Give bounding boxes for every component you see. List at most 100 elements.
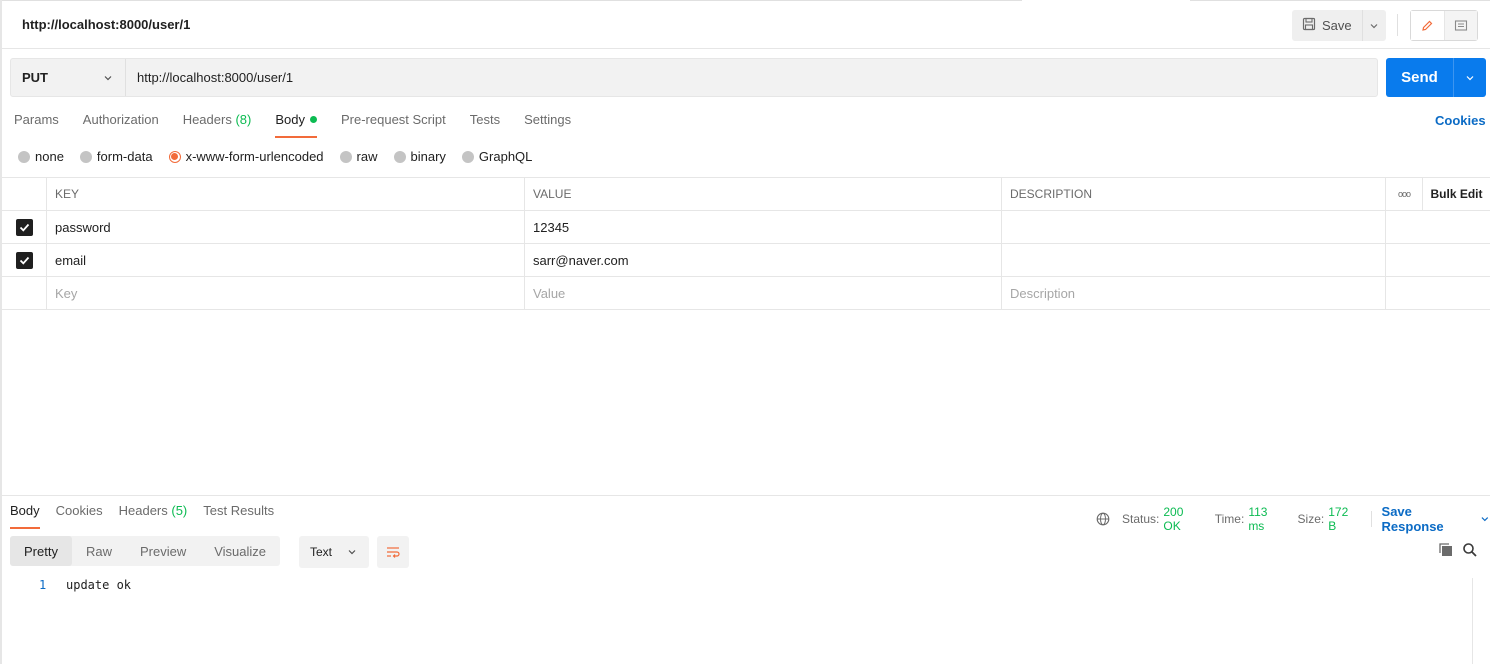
url-input[interactable] — [126, 59, 1377, 96]
wrap-icon — [387, 547, 400, 558]
row-spacer — [1423, 211, 1490, 243]
send-button-group: Send — [1386, 58, 1486, 97]
table-row: email sarr@naver.com — [2, 244, 1490, 277]
time-label: Time: — [1214, 512, 1245, 526]
radio-binary[interactable]: binary — [393, 149, 446, 164]
save-response-label: Save Response — [1381, 504, 1444, 534]
tab-params[interactable]: Params — [14, 112, 59, 138]
tab-settings[interactable]: Settings — [524, 112, 571, 138]
value-placeholder[interactable]: Value — [525, 277, 1002, 309]
radio-label: x-www-form-urlencoded — [185, 149, 324, 164]
response-divider[interactable] — [0, 495, 1490, 496]
row-checkbox[interactable] — [15, 251, 33, 269]
scrollbar-track[interactable] — [1472, 578, 1490, 664]
method-label: PUT — [22, 70, 48, 85]
view-raw-button[interactable]: Raw — [72, 536, 126, 566]
format-label: Text — [310, 545, 333, 559]
tab-body[interactable]: Body — [275, 112, 317, 138]
chevron-down-icon — [1466, 75, 1474, 80]
time-value[interactable]: 113 ms — [1248, 505, 1285, 533]
key-cell[interactable]: password — [47, 211, 525, 243]
radio-graphql[interactable]: GraphQL — [461, 149, 533, 164]
copy-icon[interactable] — [1438, 542, 1454, 561]
response-view-modes: Pretty Raw Preview Visualize — [10, 536, 281, 566]
table-header-row: KEY VALUE DESCRIPTION ooo Bulk Edit — [2, 177, 1490, 211]
save-icon — [1302, 17, 1316, 34]
radio-circle-selected — [168, 150, 181, 163]
table-row-new: Key Value Description — [2, 277, 1490, 310]
search-icon[interactable] — [1462, 542, 1478, 561]
radio-form-data[interactable]: form-data — [79, 149, 153, 164]
view-visualize-button[interactable]: Visualize — [200, 536, 280, 566]
view-pretty-button[interactable]: Pretty — [10, 536, 72, 566]
more-icon: ooo — [1397, 189, 1411, 199]
response-headers-count: (5) — [171, 503, 188, 518]
response-tab-body[interactable]: Body — [10, 503, 40, 529]
response-tab-headers[interactable]: Headers (5) — [119, 503, 188, 529]
comment-icon — [1454, 19, 1467, 31]
size-label: Size: — [1297, 512, 1325, 526]
comments-button[interactable] — [1444, 11, 1477, 40]
request-header-bar: http://localhost:8000/user/1 Save — [0, 0, 1490, 49]
more-options-button[interactable]: ooo — [1386, 178, 1423, 210]
wrap-lines-button[interactable] — [377, 536, 409, 568]
radio-label: raw — [356, 149, 378, 164]
radio-raw[interactable]: raw — [339, 149, 378, 164]
tab-strip-line — [2, 0, 1022, 1]
tab-label: Headers — [182, 112, 232, 127]
edit-mode-button[interactable] — [1411, 11, 1445, 40]
row-checkbox-cell — [2, 211, 47, 243]
globe-icon[interactable] — [1096, 512, 1110, 526]
response-meta: Status: 200 OK Time: 113 ms Size: 172 B … — [1096, 504, 1490, 534]
response-tab-test-results[interactable]: Test Results — [203, 503, 274, 529]
description-cell[interactable] — [1002, 211, 1386, 243]
row-checkbox-cell — [2, 277, 47, 309]
response-tab-cookies[interactable]: Cookies — [56, 503, 103, 529]
radio-label: binary — [410, 149, 446, 164]
body-type-radios: none form-data x-www-form-urlencoded raw… — [18, 149, 548, 164]
tab-label: Body — [275, 112, 305, 127]
size-value[interactable]: 172 B — [1328, 505, 1358, 533]
tab-tests[interactable]: Tests — [470, 112, 500, 138]
description-placeholder[interactable]: Description — [1002, 277, 1386, 309]
left-edge — [0, 49, 2, 664]
tab-headers[interactable]: Headers (8) — [183, 112, 252, 138]
row-spacer — [1386, 211, 1423, 243]
key-placeholder[interactable]: Key — [47, 277, 525, 309]
save-response-button[interactable]: Save Response — [1382, 504, 1490, 534]
send-options-button[interactable] — [1453, 58, 1486, 97]
save-button[interactable]: Save — [1292, 10, 1362, 41]
method-select[interactable]: PUT — [11, 59, 126, 96]
value-cell[interactable]: sarr@naver.com — [525, 244, 1002, 276]
check-icon — [19, 223, 29, 232]
radio-label: GraphQL — [478, 149, 533, 164]
save-options-button[interactable] — [1361, 10, 1386, 41]
value-cell[interactable]: 12345 — [525, 211, 1002, 243]
cookies-link[interactable]: Cookies — [1435, 113, 1486, 128]
description-cell[interactable] — [1002, 244, 1386, 276]
request-title[interactable]: http://localhost:8000/user/1 — [22, 17, 190, 32]
request-tabs: Params Authorization Headers (8) Body Pr… — [14, 112, 595, 138]
key-cell[interactable]: email — [47, 244, 525, 276]
tab-authorization[interactable]: Authorization — [83, 112, 159, 138]
chevron-down-icon — [348, 550, 356, 555]
pencil-icon — [1422, 20, 1433, 31]
radio-none[interactable]: none — [18, 149, 64, 164]
format-select[interactable]: Text — [299, 536, 369, 568]
view-toggle — [1410, 10, 1478, 41]
radio-x-www-form-urlencoded[interactable]: x-www-form-urlencoded — [168, 149, 324, 164]
row-spacer — [1423, 244, 1490, 276]
save-button-group: Save — [1292, 10, 1386, 41]
tab-label: Pre-request Script — [340, 112, 446, 127]
row-checkbox[interactable] — [15, 218, 33, 236]
send-button[interactable]: Send — [1386, 58, 1453, 97]
radio-label: form-data — [96, 149, 153, 164]
tab-pre-request-script[interactable]: Pre-request Script — [341, 112, 446, 138]
bulk-edit-button[interactable]: Bulk Edit — [1423, 178, 1490, 210]
row-spacer — [1423, 277, 1490, 309]
save-label: Save — [1322, 18, 1352, 33]
view-preview-button[interactable]: Preview — [126, 536, 200, 566]
table-row: password 12345 — [2, 211, 1490, 244]
status-value[interactable]: 200 OK — [1163, 505, 1202, 533]
toolbar-separator — [1397, 14, 1398, 36]
